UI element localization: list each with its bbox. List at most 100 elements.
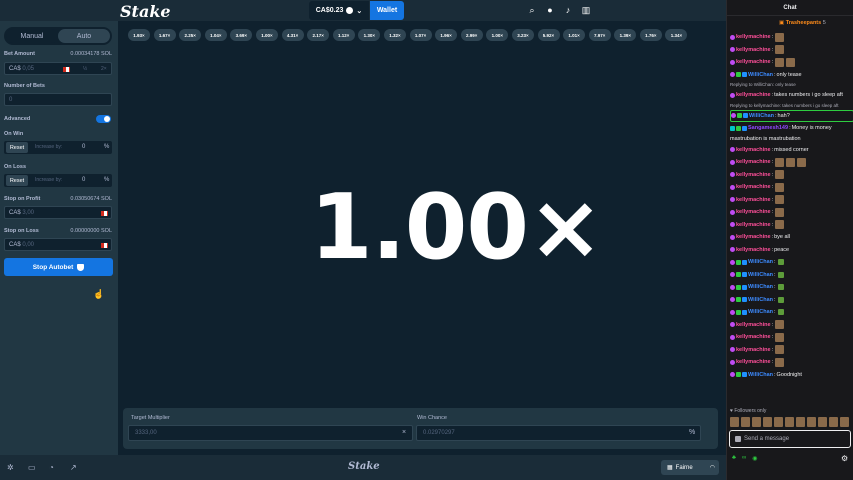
emote-icon[interactable] [763,417,772,427]
pink-badge-icon[interactable] [730,34,735,40]
wallet-button[interactable]: Wallet [370,1,404,20]
num-bets-input[interactable]: 0 [4,93,112,106]
chat-username[interactable]: kellymachine [736,356,771,369]
pink-badge-icon[interactable] [730,284,735,290]
chat-username[interactable]: WilliChan [748,281,773,294]
bet-amount-input[interactable]: CA$ 0,05 ½ 2× [4,62,112,75]
chat-username[interactable]: kellymachine [736,344,771,357]
result-pill[interactable]: 1.96× [435,29,458,41]
result-pill[interactable]: 1.30× [358,29,381,41]
pink-badge-icon[interactable] [730,172,735,178]
chat-username[interactable]: kellymachine [736,31,771,44]
emote-icon[interactable] [829,417,838,427]
result-pill[interactable]: 1.07× [409,29,432,41]
green-badge-icon[interactable] [737,113,742,119]
result-pill[interactable]: 5.92× [537,29,560,41]
pink-badge-icon[interactable] [730,159,735,165]
chat-username[interactable]: kellymachine [736,319,771,332]
half-button[interactable]: ½ [83,66,87,72]
chat-username[interactable]: kellymachine [736,206,771,219]
emote-icon[interactable] [752,417,761,427]
blue-badge-icon[interactable] [742,297,747,303]
pink-badge-icon[interactable] [730,234,735,240]
search-icon[interactable]: ⌕ [527,5,537,16]
emote-icon[interactable] [774,417,783,427]
chat-username[interactable]: kellymachine [736,331,771,344]
green-badge-icon[interactable] [736,297,741,303]
on-win-increase-button[interactable]: Increase by: [35,144,62,150]
theater-icon[interactable]: ▭ [28,463,37,472]
chat-username[interactable]: kellymachine [736,89,771,102]
pink-badge-icon[interactable] [731,113,736,119]
pink-badge-icon[interactable] [730,209,735,215]
blue-badge-icon[interactable] [742,259,747,265]
pink-badge-icon[interactable] [730,309,735,315]
green-badge-icon[interactable] [736,125,741,131]
chat-username[interactable]: kellymachine [736,56,771,69]
chat-username[interactable]: kellymachine [736,156,771,169]
tab-auto[interactable]: Auto [58,29,110,43]
pink-badge-icon[interactable] [730,92,735,98]
result-pill[interactable]: 1.67× [153,29,176,41]
emote-icon[interactable] [730,417,739,427]
pink-badge-icon[interactable] [730,222,735,228]
blue-badge-icon[interactable] [742,125,747,131]
on-loss-increase-button[interactable]: Increase by: [35,177,62,183]
chat-settings-icon[interactable]: ⚙ [841,454,848,463]
emote-icon[interactable] [807,417,816,427]
result-pill[interactable]: 1.00× [255,29,278,41]
result-pill[interactable]: 1.12× [332,29,355,41]
emote-icon[interactable] [785,417,794,427]
result-pill[interactable]: 3.23× [511,29,534,41]
on-win-value[interactable]: 0 [82,144,85,150]
pink-badge-icon[interactable] [730,47,735,53]
blue-badge-icon[interactable] [742,309,747,315]
result-pill[interactable]: 2.17× [307,29,330,41]
green-badge-icon[interactable] [736,72,741,78]
on-loss-value[interactable]: 0 [82,177,85,183]
pink-badge-icon[interactable] [730,147,735,153]
result-pill[interactable]: 3.69× [230,29,253,41]
chat-username[interactable]: WilliChan [749,110,774,121]
pink-badge-icon[interactable] [730,334,735,340]
tab-manual[interactable]: Manual [6,29,58,43]
pink-badge-icon[interactable] [730,197,735,203]
pink-badge-icon[interactable] [730,272,735,278]
blue-badge-icon[interactable] [742,372,747,378]
pink-badge-icon[interactable] [730,259,735,265]
bell-icon[interactable]: ♪ [563,5,573,16]
win-chance-input[interactable]: 0.02970297 [416,425,701,441]
green-badge-icon[interactable] [736,309,741,315]
result-pill[interactable]: 4.31× [281,29,304,41]
on-loss-reset-button[interactable]: Reset [6,175,28,186]
result-pill[interactable]: 7.97× [588,29,611,41]
settings-icon[interactable]: ✲ [7,463,16,472]
blue-badge-icon[interactable] [742,272,747,278]
blue-badge-icon[interactable] [742,72,747,78]
chart-icon[interactable]: ↗ [70,463,79,472]
chat-username[interactable]: WilliChan [748,69,773,82]
green-badge-icon[interactable] [736,272,741,278]
chat-username[interactable]: WilliChan [748,269,773,282]
chat-username[interactable]: kellymachine [736,181,771,194]
pink-badge-icon[interactable] [730,322,735,328]
chat-username[interactable]: kellymachine [736,169,771,182]
green-badge-icon[interactable] [736,284,741,290]
stats-icon[interactable]: ◔ [49,463,58,472]
pink-badge-icon[interactable] [730,184,735,190]
pink-badge-icon[interactable] [730,297,735,303]
emote-icon[interactable] [840,417,849,427]
pink-badge-icon[interactable] [730,347,735,353]
result-pill[interactable]: 1.93× [128,29,150,41]
pink-badge-icon[interactable] [730,72,735,78]
pinned-user[interactable]: Trasheepants [786,20,821,26]
blue-badge-icon[interactable] [743,113,748,119]
stop-profit-input[interactable]: CA$ 3,00 [4,206,112,219]
fairness-button[interactable]: ▦ Fairne ◠ [661,460,719,475]
prediction-icon[interactable]: ◉ [752,455,757,462]
chat-username[interactable]: kellymachine [736,144,771,157]
result-pill[interactable]: 1.76× [639,29,662,41]
chat-username[interactable]: WilliChan [748,306,773,319]
on-win-reset-button[interactable]: Reset [6,142,28,153]
chat-username[interactable]: kellymachine [736,244,771,257]
